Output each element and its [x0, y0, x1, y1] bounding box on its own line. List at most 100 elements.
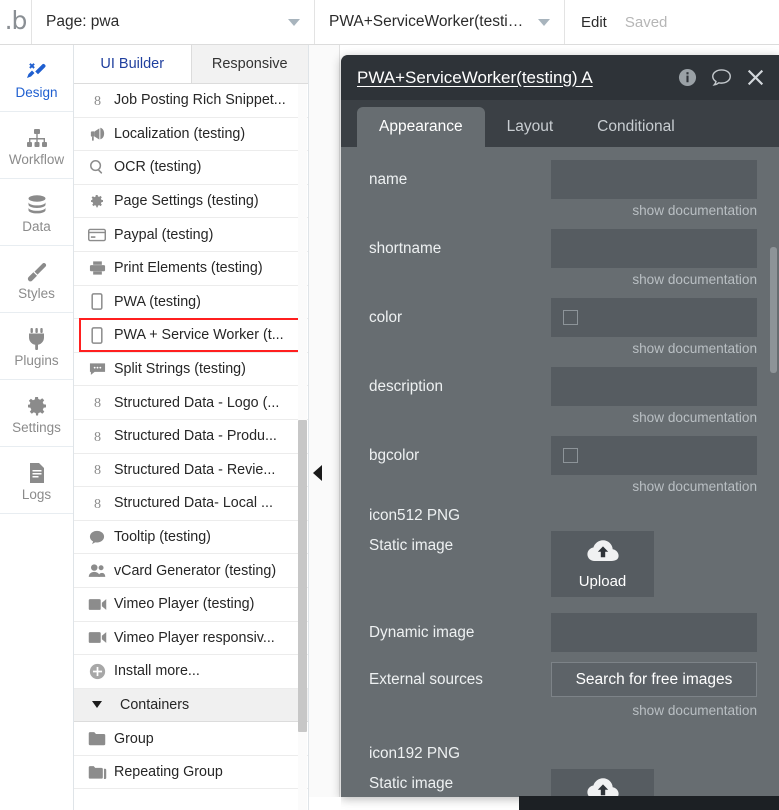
edit-button[interactable]: Edit — [581, 14, 607, 31]
tab-layout[interactable]: Layout — [485, 107, 576, 147]
palette-item-label: Localization (testing) — [110, 126, 245, 142]
search-free-images-button[interactable]: Search for free images — [551, 662, 757, 697]
upload-button[interactable]: Upload — [551, 531, 654, 597]
palette-list-item[interactable]: Split Strings (testing) — [74, 353, 308, 387]
show-documentation-link[interactable]: show documentation — [632, 272, 757, 294]
svg-text:8: 8 — [93, 429, 100, 445]
property-field-input[interactable] — [551, 160, 757, 199]
chevron-down-icon — [288, 19, 300, 26]
sidebar-item-styles[interactable]: Styles — [0, 246, 73, 313]
tab-appearance[interactable]: Appearance — [357, 107, 485, 147]
sidebar-item-logs[interactable]: Logs — [0, 447, 73, 514]
property-field-row: bgcolor — [341, 432, 779, 479]
palette-list-item[interactable]: 8Structured Data - Produ... — [74, 420, 308, 454]
property-editor-header: PWA+ServiceWorker(testing) A — [341, 55, 779, 100]
tab-label: Responsive — [212, 56, 288, 72]
palette-list-item[interactable]: PWA + Service Worker (t... — [74, 319, 308, 353]
dynamic-image-input[interactable] — [551, 613, 757, 652]
show-documentation-link[interactable]: show documentation — [632, 203, 757, 225]
property-editor: PWA+ServiceWorker(testing) A — [341, 55, 779, 797]
bubble-icon — [84, 530, 110, 545]
external-sources-label: External sources — [369, 671, 551, 689]
palette-item-label: Job Posting Rich Snippet... — [110, 92, 286, 108]
info-icon[interactable] — [678, 68, 697, 87]
upload-button[interactable]: Upload — [551, 769, 654, 797]
property-field-label: bgcolor — [369, 447, 551, 465]
property-editor-tabs: Appearance Layout Conditional — [341, 100, 779, 147]
palette-list-item[interactable]: Tooltip (testing) — [74, 521, 308, 555]
palette-list-item[interactable]: PWA (testing) — [74, 286, 308, 320]
sidebar-item-plugins[interactable]: Plugins — [0, 313, 73, 380]
palette-list-item[interactable]: Repeating Group — [74, 756, 308, 790]
triangle-left-glyph — [313, 465, 322, 481]
property-field-row: description — [341, 363, 779, 410]
property-field-row: name — [341, 156, 779, 203]
palette-list-item[interactable]: OCR (testing) — [74, 151, 308, 185]
palette-list: 8Job Posting Rich Snippet...Localization… — [74, 84, 308, 789]
property-field-input[interactable] — [551, 229, 757, 268]
palette-list-item[interactable]: 8Structured Data - Logo (... — [74, 386, 308, 420]
sidebar-item-data[interactable]: Data — [0, 179, 73, 246]
card-icon — [84, 228, 110, 242]
gear-icon — [84, 193, 110, 209]
sidebar-item-design[interactable]: Design — [0, 45, 73, 112]
tab-ui-builder[interactable]: UI Builder — [74, 45, 191, 83]
palette-list-item[interactable]: Localization (testing) — [74, 118, 308, 152]
comment-icon[interactable] — [711, 68, 732, 87]
page-selector[interactable]: Page: pwa — [32, 0, 315, 44]
palette-item-label: Page Settings (testing) — [110, 193, 259, 209]
palette-section-header[interactable]: Containers — [74, 689, 308, 723]
element-selector[interactable]: PWA+ServiceWorker(testing) A — [315, 0, 565, 44]
schema-icon: 8 — [84, 428, 110, 445]
palette-item-label: vCard Generator (testing) — [110, 563, 276, 579]
palette-list-item[interactable]: vCard Generator (testing) — [74, 554, 308, 588]
close-icon[interactable] — [746, 68, 765, 87]
chevron-down-icon — [538, 19, 550, 26]
palette-scrollbar-thumb[interactable] — [298, 420, 307, 732]
folder-icon — [84, 731, 110, 746]
palette-item-label: OCR (testing) — [110, 159, 201, 175]
palette-list-item[interactable]: Group — [74, 722, 308, 756]
bubble-logo[interactable]: .b — [0, 0, 32, 44]
sidebar-item-label: Settings — [12, 421, 61, 435]
palette-item-label: Split Strings (testing) — [110, 361, 246, 377]
sidebar-item-label: Workflow — [9, 153, 64, 167]
gear-icon — [25, 392, 49, 418]
upload-button-label: Upload — [579, 573, 627, 590]
video-icon — [84, 598, 110, 611]
show-documentation-link[interactable]: show documentation — [632, 410, 757, 432]
sidebar-item-label: Design — [15, 86, 57, 100]
show-documentation-link[interactable]: show documentation — [632, 703, 757, 725]
checkbox-icon[interactable] — [563, 448, 578, 463]
panel-gutter — [309, 45, 340, 810]
property-editor-title[interactable]: PWA+ServiceWorker(testing) A — [357, 68, 678, 88]
schema-icon: 8 — [84, 461, 110, 478]
palette-list-item[interactable]: Vimeo Player (testing) — [74, 588, 308, 622]
property-field-checkbox[interactable] — [551, 298, 757, 337]
palette-item-label: Vimeo Player (testing) — [110, 596, 254, 612]
property-field-input[interactable] — [551, 367, 757, 406]
palette-list-item[interactable]: Paypal (testing) — [74, 218, 308, 252]
palette-list-item[interactable]: Print Elements (testing) — [74, 252, 308, 286]
palette-list-item[interactable]: 8Structured Data- Local ... — [74, 487, 308, 521]
property-field-checkbox[interactable] — [551, 436, 757, 475]
palette-list-item[interactable]: Install more... — [74, 655, 308, 689]
sidebar-item-settings[interactable]: Settings — [0, 380, 73, 447]
triangle-down-icon — [84, 701, 110, 708]
tab-responsive[interactable]: Responsive — [191, 45, 309, 83]
show-documentation-link[interactable]: show documentation — [632, 341, 757, 363]
property-editor-scrollbar-thumb[interactable] — [770, 247, 777, 373]
palette-list-item[interactable]: Page Settings (testing) — [74, 185, 308, 219]
palette-list-item[interactable]: 8Structured Data - Revie... — [74, 454, 308, 488]
svg-text:8: 8 — [93, 395, 100, 411]
collapse-panel-icon[interactable] — [311, 465, 323, 481]
palette-list-item[interactable]: 8Job Posting Rich Snippet... — [74, 84, 308, 118]
image-group-label: icon192 PNG — [341, 739, 779, 769]
tab-conditional[interactable]: Conditional — [575, 107, 697, 147]
tab-label: Conditional — [597, 118, 675, 136]
checkbox-icon[interactable] — [563, 310, 578, 325]
palette-list-item[interactable]: Vimeo Player responsiv... — [74, 622, 308, 656]
property-field-label: description — [369, 378, 551, 396]
sidebar-item-workflow[interactable]: Workflow — [0, 112, 73, 179]
show-documentation-link[interactable]: show documentation — [632, 479, 757, 501]
